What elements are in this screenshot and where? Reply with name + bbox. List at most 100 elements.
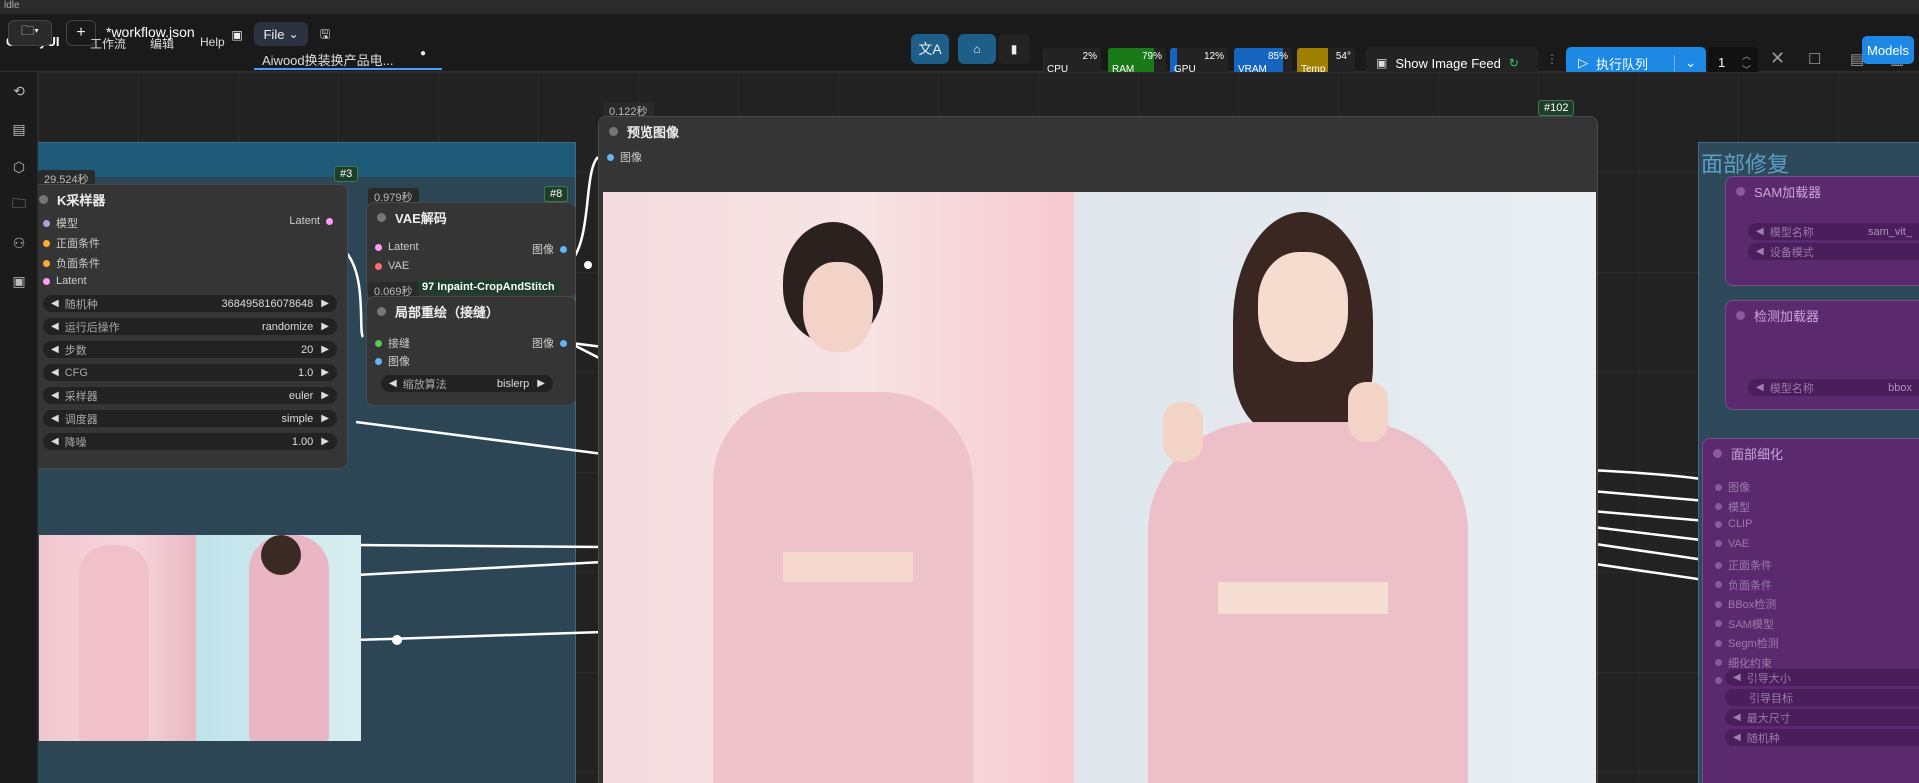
models-button[interactable]: Models [1862, 36, 1914, 64]
widget-cfg[interactable]: ◀ CFG 1.0 ▶ [43, 364, 337, 381]
collapse-dot-icon[interactable] [377, 213, 386, 222]
run-label: 执行队列 [1596, 56, 1649, 72]
preview-title-bar[interactable]: 预览图像 [599, 117, 1597, 145]
stat-value: 85% [1267, 51, 1288, 62]
stat-value: 12% [1203, 51, 1224, 62]
close-icon[interactable]: ✕ [1770, 48, 1785, 69]
face-input-slot[interactable]: 模型 [1715, 499, 1750, 515]
menu-help[interactable]: Help [200, 35, 225, 49]
history-icon[interactable]: ⟲ [10, 82, 28, 100]
detect-loader-node[interactable]: 检测加载器 ◀ 模型名称 bbox [1725, 300, 1919, 410]
chevron-down-icon: ⌄ [1674, 55, 1696, 71]
widget-scheduler[interactable]: ◀ 调度器 simple ▶ [43, 410, 337, 427]
face-input-slot[interactable]: 负面条件 [1715, 577, 1772, 593]
broom-icon: ⌂ [973, 42, 981, 56]
face-input-slot[interactable]: SAM模型 [1715, 616, 1774, 632]
widget-bbox-model[interactable]: ◀ 模型名称 bbox [1748, 379, 1919, 396]
translate-button[interactable]: 文A [911, 34, 949, 64]
face-group-title: 面部修复 [1701, 152, 1790, 177]
node-canvas[interactable]: 29.524秒 #3 K采样器 模型 正面条件 负面条件 Latent Late… [38, 72, 1919, 783]
inpaint-title-bar[interactable]: 局部重绘（接缝） [367, 297, 575, 325]
sam-loader-node[interactable]: SAM加载器 ◀ 模型名称 sam_vit_ ◀ 设备模式 [1725, 176, 1919, 286]
widget-max-size[interactable]: ◀ 最大尺寸 [1725, 709, 1919, 726]
vae-id: #8 [544, 186, 569, 202]
vae-title: VAE解码 [395, 210, 447, 226]
stat-value: 79% [1141, 51, 1162, 62]
clear-vram-button[interactable]: ⌂ [958, 34, 996, 64]
widget-device-mode[interactable]: ◀ 设备模式 [1748, 243, 1919, 260]
widget-guide-target[interactable]: 引导目标 [1725, 689, 1919, 706]
output-latent[interactable]: Latent [289, 215, 333, 227]
input-latent[interactable]: Latent [43, 275, 87, 287]
folder-button[interactable]: 🗀▾ [8, 20, 52, 46]
widget-sam-model[interactable]: ◀ 模型名称 sam_vit_ [1748, 223, 1919, 240]
collapse-dot-icon[interactable] [377, 307, 386, 316]
input-image[interactable]: 图像 [375, 353, 410, 369]
widget-guide-size[interactable]: ◀ 引导大小 [1725, 669, 1919, 686]
collapse-dot-icon[interactable] [609, 127, 618, 136]
output-image[interactable]: 图像 [532, 241, 567, 257]
input-latent[interactable]: Latent [375, 241, 419, 253]
ksampler-preview-image [39, 535, 361, 741]
inpaint-title: 局部重绘（接缝） [395, 304, 500, 320]
preview-output-image [603, 192, 1596, 783]
widget-face-seed[interactable]: ◀ 随机种 [1725, 729, 1919, 746]
collapse-dot-icon[interactable] [1713, 449, 1722, 458]
widget-steps[interactable]: ◀ 步数 20 ▶ [43, 341, 337, 358]
face-input-slot[interactable]: VAE [1715, 538, 1749, 550]
ksampler-title: K采样器 [57, 192, 106, 208]
vae-title-bar[interactable]: VAE解码 [367, 203, 575, 231]
templates-icon[interactable]: ▣ [10, 272, 28, 290]
title-strip: ldle [0, 0, 1919, 14]
input-negative[interactable]: 负面条件 [43, 255, 100, 271]
widget-denoise[interactable]: ◀ 降噪 1.00 ▶ [43, 433, 337, 450]
sam-loader-title: SAM加载器 [1754, 184, 1822, 200]
ksampler-node[interactable]: K采样器 模型 正面条件 负面条件 Latent Latent ◀ 随机种 3684… [38, 184, 348, 469]
face-input-slot[interactable]: BBox检测 [1715, 596, 1776, 612]
status-text: ldle [4, 0, 20, 11]
bookmark-button[interactable]: ▮ [998, 34, 1030, 64]
input-vae[interactable]: VAE [375, 260, 409, 272]
plus-icon: + [76, 24, 86, 41]
stat-value: 54° [1335, 51, 1351, 62]
collapse-dot-icon[interactable] [1736, 187, 1745, 196]
input-positive[interactable]: 正面条件 [43, 235, 100, 251]
show-feed-label: Show Image Feed [1395, 55, 1501, 71]
face-detailer-title-bar[interactable]: 面部细化 [1703, 439, 1919, 467]
widget-sampler[interactable]: ◀ 采样器 euler ▶ [43, 387, 337, 404]
detect-loader-title-bar[interactable]: 检测加载器 [1726, 301, 1919, 329]
input-image[interactable]: 图像 [607, 149, 642, 165]
face-input-slot[interactable]: Segm检测 [1715, 635, 1779, 651]
queue-icon[interactable]: ▤ [10, 120, 28, 138]
collapse-dot-icon[interactable] [1736, 311, 1745, 320]
increment-icon[interactable]: ︿ [1742, 49, 1751, 62]
workflow-name: *workflow.json [106, 24, 195, 40]
face-input-slot[interactable]: 正面条件 [1715, 557, 1772, 573]
widget-control-after[interactable]: ◀ 运行后操作 randomize ▶ [43, 318, 337, 335]
image-icon-button[interactable]: ▣ [226, 24, 248, 46]
model-library-icon[interactable]: 🗀 [10, 195, 28, 214]
collapse-dot-icon[interactable] [39, 195, 48, 204]
detect-loader-title: 检测加载器 [1754, 308, 1820, 324]
inpaint-node-badge: 97 Inpaint-CropAndStitch [418, 280, 559, 294]
divider-icon: ⋮ [1546, 52, 1558, 66]
workflow-tab[interactable]: Aiwood换装换产品电... ● [254, 32, 442, 70]
face-input-slot[interactable]: CLIP [1715, 518, 1752, 530]
inpaint-stitch-node[interactable]: 局部重绘（接缝） 接缝 图像 图像 ◀ 缩放算法 bislerp ▶ [366, 296, 576, 406]
output-image[interactable]: 图像 [532, 335, 567, 351]
preview-title: 预览图像 [627, 124, 680, 140]
panel-icon[interactable]: ☐ [1808, 50, 1821, 68]
widget-rescale-algorithm[interactable]: ◀ 缩放算法 bislerp ▶ [381, 375, 553, 392]
input-stitch[interactable]: 接缝 [375, 335, 410, 351]
face-input-slot[interactable]: 图像 [1715, 479, 1750, 495]
queue-count-value: 1 [1718, 55, 1726, 70]
widget-seed[interactable]: ◀ 随机种 368495816078648 ▶ [43, 295, 337, 312]
ksampler-title-bar[interactable]: K采样器 [38, 185, 347, 213]
sam-loader-title-bar[interactable]: SAM加载器 [1726, 177, 1919, 205]
input-model[interactable]: 模型 [43, 215, 78, 231]
face-detailer-title: 面部细化 [1731, 446, 1784, 462]
tab-unsaved-dot: ● [420, 48, 427, 59]
face-detailer-node[interactable]: 面部细化 图像模型 CLIP VAE 正面条件负面条件 BBox检测 SAM模型 Segm检… [1702, 438, 1919, 783]
workflows-icon[interactable]: ⚇ [10, 234, 28, 252]
node-library-icon[interactable]: ⬡ [10, 158, 28, 176]
